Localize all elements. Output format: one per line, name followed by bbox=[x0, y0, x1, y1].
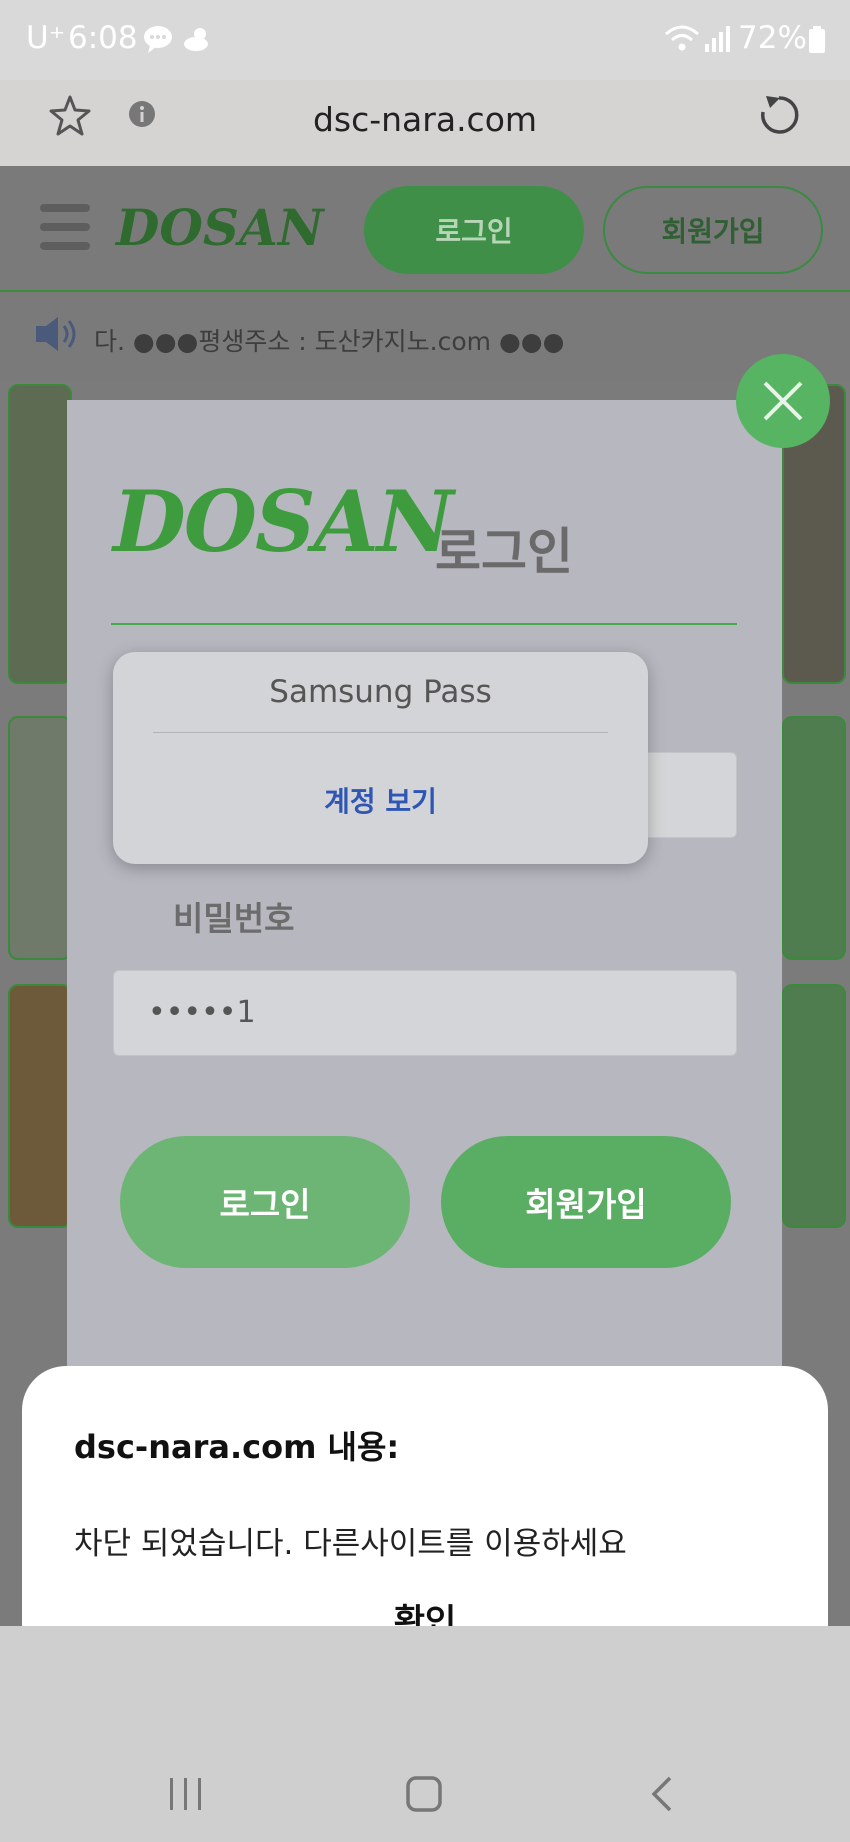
wifi-icon bbox=[665, 25, 699, 51]
title-divider bbox=[111, 623, 737, 625]
chat-bubble-icon bbox=[144, 26, 172, 53]
dialog-title: dsc-nara.com 내용: bbox=[74, 1428, 400, 1466]
modal-title: 로그인 bbox=[435, 523, 573, 581]
banner-thumb-left[interactable] bbox=[8, 384, 72, 684]
view-account-button[interactable]: 계정 보기 bbox=[113, 780, 648, 820]
notice-bar: 다. ●●●평생주소 : 도산카지노.com ●●● bbox=[0, 292, 850, 382]
samsung-pass-title: Samsung Pass bbox=[269, 674, 492, 710]
header-login-button[interactable]: 로그인 bbox=[364, 186, 584, 274]
game-thumb-right-1[interactable] bbox=[782, 716, 846, 960]
close-icon bbox=[763, 381, 803, 421]
browser-toolbar: dsc-nara.com bbox=[0, 80, 850, 166]
game-thumb-left-1[interactable] bbox=[8, 716, 72, 960]
signup-button[interactable]: 회원가입 bbox=[441, 1136, 731, 1268]
reload-icon[interactable] bbox=[756, 92, 802, 138]
back-icon[interactable] bbox=[648, 1774, 678, 1814]
menu-icon[interactable] bbox=[40, 204, 90, 212]
recent-apps-icon[interactable] bbox=[166, 1774, 206, 1814]
battery-percent: 72% bbox=[738, 20, 807, 56]
carrier-label: U⁺ bbox=[26, 20, 66, 56]
popup-divider bbox=[153, 732, 608, 733]
password-input[interactable]: •••••1 bbox=[113, 970, 737, 1056]
close-button[interactable] bbox=[736, 354, 830, 448]
samsung-pass-popup: Samsung Pass 계정 보기 bbox=[113, 652, 648, 864]
site-logo[interactable]: DOSAN bbox=[116, 198, 324, 257]
password-value: •••••1 bbox=[148, 995, 256, 1030]
modal-logo: DOSAN bbox=[113, 472, 454, 571]
dialog-message: 차단 되었습니다. 다른사이트를 이용하세요 bbox=[74, 1526, 627, 1562]
notice-text: 다. ●●●평생주소 : 도산카지노.com ●●● bbox=[94, 327, 565, 356]
signal-icon bbox=[705, 26, 730, 52]
clock: 6:08 bbox=[68, 20, 138, 56]
system-navigation-bar bbox=[0, 1626, 850, 1842]
password-label: 비밀번호 bbox=[173, 899, 295, 938]
speaker-icon bbox=[36, 317, 76, 351]
header-signup-button[interactable]: 회원가입 bbox=[603, 186, 823, 274]
status-bar: U⁺ 6:08 72% bbox=[0, 0, 850, 80]
login-button[interactable]: 로그인 bbox=[120, 1136, 410, 1268]
game-thumb-right-2[interactable] bbox=[782, 984, 846, 1228]
address-bar-url[interactable]: dsc-nara.com bbox=[0, 100, 850, 139]
battery-icon bbox=[809, 26, 825, 53]
home-icon[interactable] bbox=[404, 1774, 444, 1814]
game-thumb-left-2[interactable] bbox=[8, 984, 72, 1228]
weather-icon bbox=[184, 28, 208, 51]
